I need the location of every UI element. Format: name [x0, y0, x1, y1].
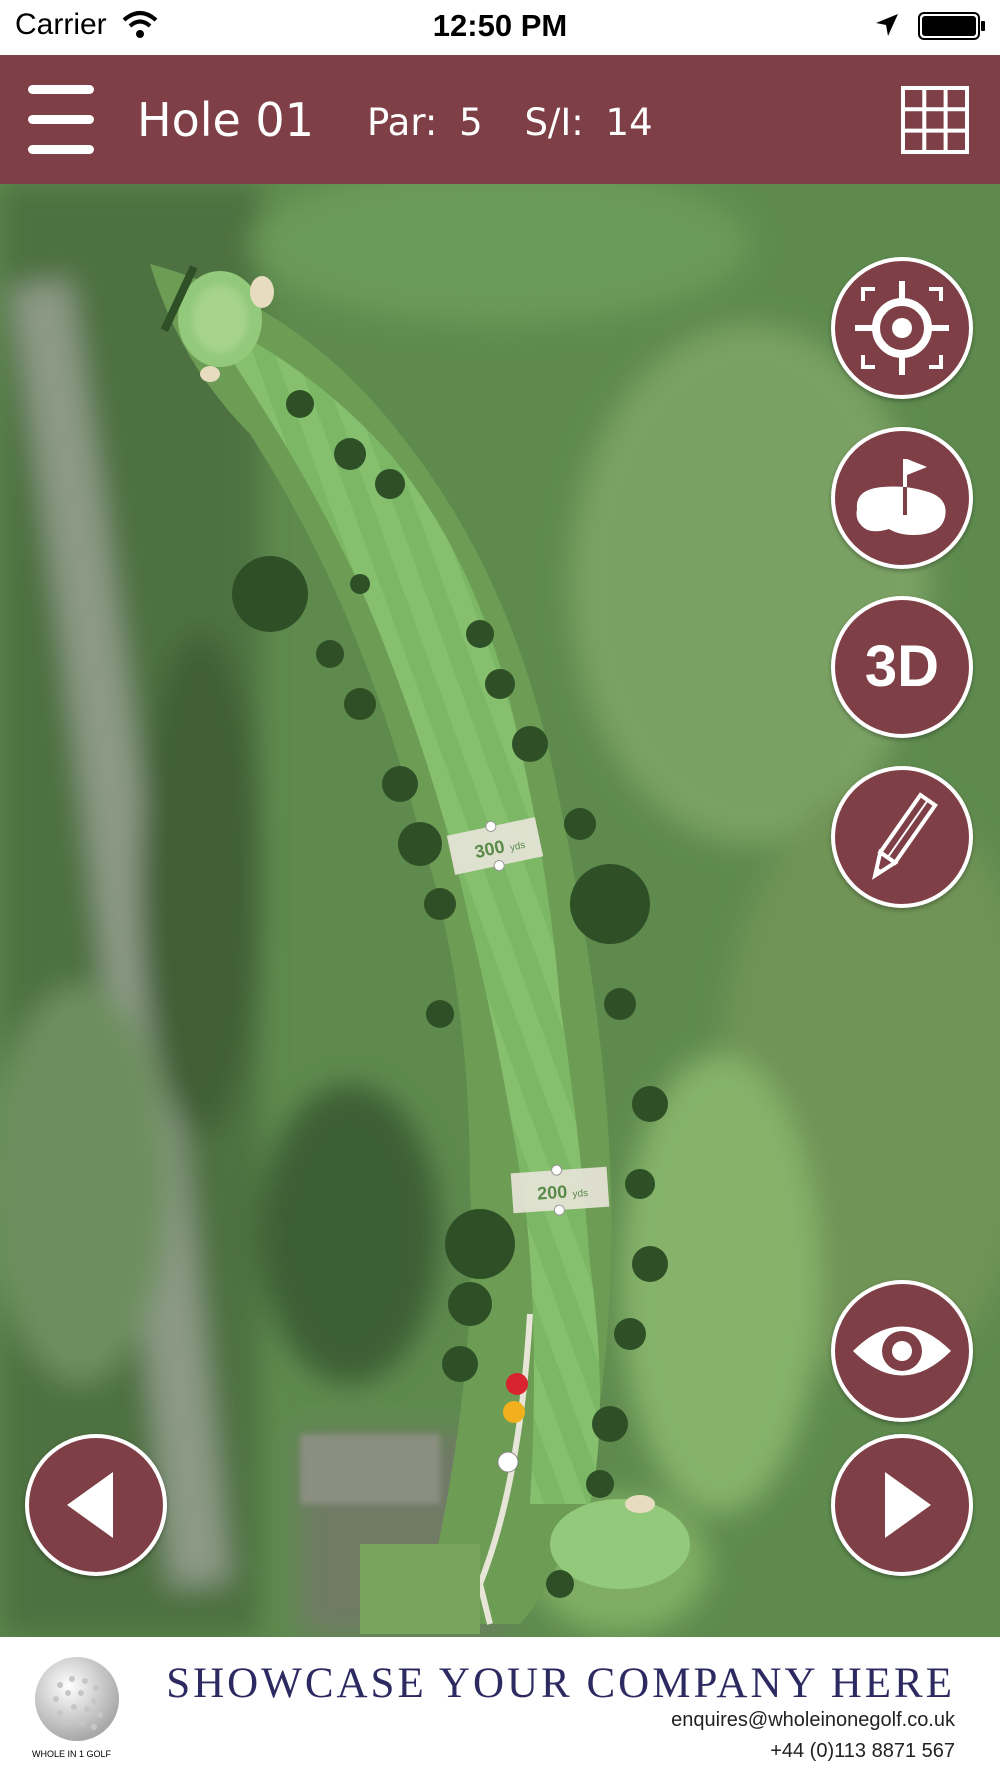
hole-header: Hole 01 Par: 5 S/I: 14	[0, 55, 1000, 184]
brand-name: WHOLE IN 1 GOLF	[32, 1749, 112, 1759]
menu-icon[interactable]	[28, 85, 94, 155]
battery-icon	[918, 12, 985, 40]
white-tee-marker[interactable]	[497, 1451, 519, 1473]
eye-icon	[853, 1326, 951, 1376]
advertisement-banner[interactable]: WHOLE IN 1 GOLF SHOWCASE YOUR COMPANY HE…	[0, 1637, 1000, 1778]
target-icon	[855, 281, 949, 375]
yellow-tee-marker[interactable]	[503, 1401, 525, 1423]
par-value: 5	[459, 101, 483, 144]
3d-view-button[interactable]: 3D	[831, 596, 973, 738]
3d-label: 3D	[865, 634, 939, 699]
next-hole-button[interactable]	[831, 1434, 973, 1576]
status-bar: Carrier 12:50 PM	[0, 0, 1000, 55]
draw-button[interactable]	[831, 766, 973, 908]
si-value: 14	[605, 101, 653, 144]
golf-ball-logo	[35, 1657, 119, 1741]
previous-hole-button[interactable]	[25, 1434, 167, 1576]
view-button[interactable]	[831, 1280, 973, 1422]
hole-title: Hole 01	[137, 93, 314, 147]
red-tee-marker[interactable]	[506, 1373, 528, 1395]
location-arrow-icon	[876, 14, 898, 36]
par-label: Par:	[367, 101, 438, 144]
hole-map[interactable]: 300 yds 200 yds 3D	[0, 184, 1000, 1637]
aerial-map-image: 300 yds 200 yds	[0, 184, 1000, 1637]
3d-label-graphic: 3D	[865, 634, 939, 699]
left-arrow-icon	[67, 1472, 113, 1538]
scorecard-grid-icon[interactable]	[901, 86, 969, 154]
locate-button[interactable]	[831, 257, 973, 399]
hole-info: Par: 5 S/I: 14	[367, 101, 653, 144]
green-flag-icon	[856, 459, 946, 535]
ad-slogan: SHOWCASE YOUR COMPANY HERE	[166, 1660, 955, 1707]
green-view-button[interactable]	[831, 427, 973, 569]
right-arrow-icon	[885, 1472, 931, 1538]
ad-email[interactable]: enquires@wholeinonegolf.co.uk	[671, 1709, 955, 1732]
clock: 12:50 PM	[432, 8, 568, 43]
ad-phone[interactable]: +44 (0)113 8871 567	[770, 1740, 955, 1763]
marker-200-label: 200	[536, 1182, 567, 1204]
pencil-icon	[872, 792, 938, 880]
si-label: S/I:	[524, 101, 584, 144]
marker-200-unit: yds	[572, 1188, 588, 1200]
